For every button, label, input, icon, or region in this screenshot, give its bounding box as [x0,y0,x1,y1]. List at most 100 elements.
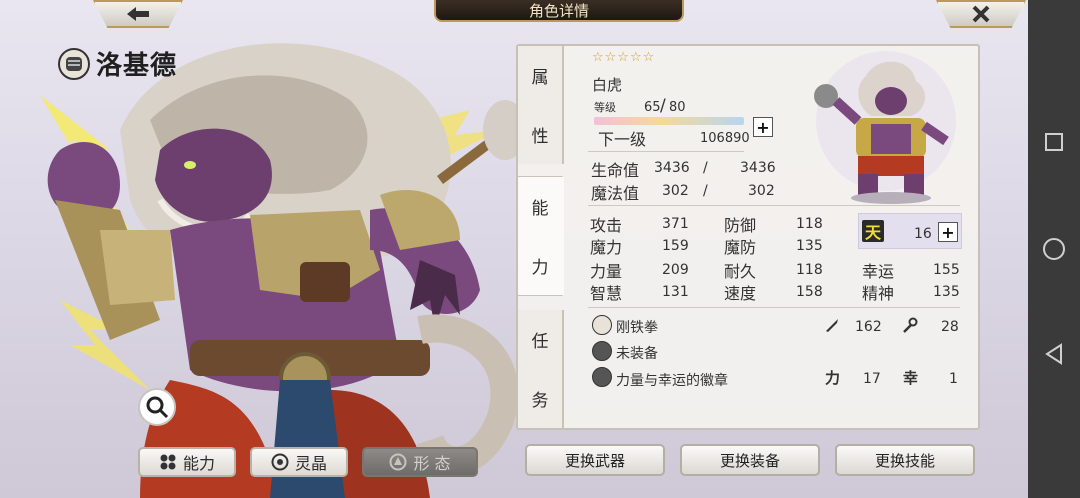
mp-max: 302 [748,183,775,199]
tab-abilities-char2: 力 [531,258,549,278]
accessory-name[interactable]: 力量与幸运的徽章 [616,370,728,390]
mp-label: 魔法值 [591,184,640,203]
tab-form[interactable]: 形 态 [362,447,478,477]
divider [588,151,744,152]
def-label: 防御 [724,216,757,235]
tab-quests[interactable]: 任 务 [518,310,564,428]
tab-quests-char1: 任 [531,332,549,352]
spd-label: 速度 [724,284,757,303]
spi-label: 精神 [862,284,895,303]
plus-icon: + [756,117,770,137]
armor-name[interactable]: 未装备 [616,343,658,363]
wand-icon [903,317,918,333]
hp-separator: / [703,160,708,176]
mag-value: 159 [662,238,689,254]
back-arrow-icon [127,7,149,21]
luck-value: 155 [933,262,960,278]
change-equipment-button[interactable]: 更换装备 [680,444,820,476]
crystal-icon [271,453,289,471]
divider [588,307,960,308]
top-bar: 角色详情 [0,0,1028,28]
level-max: 80 [669,100,686,115]
recents-button[interactable] [1028,122,1080,162]
tab-quests-char2: 务 [531,391,549,411]
badge-icon [592,367,612,387]
character-name: 洛基德 [96,51,178,81]
back-nav-button[interactable] [1028,334,1080,374]
exp-progress-bar [594,117,744,125]
sword-icon [826,319,838,332]
heaven-icon: 天 [862,220,884,242]
heaven-value: 16 [914,226,932,242]
home-button[interactable] [1028,229,1080,269]
divider [588,205,960,206]
mdef-value: 135 [796,238,823,254]
weapon-name[interactable]: 刚铁拳 [616,317,658,337]
next-level-exp: 106890 [700,131,750,146]
spd-value: 158 [796,284,823,300]
change-weapon-button[interactable]: 更换武器 [525,444,665,476]
hp-current: 3436 [654,160,690,176]
tab-ability-label: 能力 [182,454,215,473]
level-value: 65 [644,100,661,115]
mdef-label: 魔防 [724,238,757,257]
vit-label: 耐久 [724,262,757,281]
tab-crystal-label: 灵晶 [294,454,327,473]
accessory-stat1-label: 力 [825,369,841,387]
character-name-plate: 洛基德 [58,45,177,82]
luck-label: 幸运 [862,262,895,281]
tab-ability[interactable]: 能力 [138,447,236,477]
rarity-stars: ☆☆☆☆☆ [592,50,656,65]
heaven-plus-button[interactable]: + [938,222,958,242]
magnifier-icon [146,396,169,419]
int-value: 131 [662,284,689,300]
tab-abilities[interactable]: 能 力 [518,176,564,296]
int-label: 智慧 [590,284,623,303]
tab-form-label: 形 态 [413,454,451,473]
tab-abilities-char1: 能 [531,199,549,219]
atk-value: 371 [662,216,689,232]
mp-separator: / [703,183,708,199]
level-up-plus-button[interactable]: + [753,117,773,137]
close-button[interactable] [936,0,1026,28]
accessory-stat1-value: 17 [863,371,881,387]
str-value: 209 [662,262,689,278]
zoom-button[interactable] [138,388,176,426]
page-title: 角色详情 [434,0,684,22]
race-label: 白虎 [592,76,623,94]
level-separator: / [660,96,666,116]
tab-crystal[interactable]: 灵晶 [250,447,348,477]
bottom-tab-bar: 能力 灵晶 形 态 [138,447,478,477]
tab-attributes-char1: 属 [531,68,549,88]
next-level-label: 下一级 [598,130,647,149]
triangle-back-icon [1045,343,1062,365]
vit-value: 118 [796,262,823,278]
system-navigation-bar [1028,0,1080,498]
change-skill-button[interactable]: 更换技能 [835,444,975,476]
mp-current: 302 [662,183,689,199]
level-label: 等级 [594,101,616,114]
armor-slot-icon [592,341,612,361]
hp-max: 3436 [740,160,776,176]
mag-label: 魔力 [590,238,623,257]
str-label: 力量 [590,262,623,281]
accessory-stat2-value: 1 [949,371,958,387]
tab-attributes[interactable]: 属 性 [518,46,564,164]
weapon-attack: 162 [855,319,882,335]
grid-icon [160,454,176,470]
character-chibi-portrait [814,51,956,204]
def-value: 118 [796,216,823,232]
spi-value: 135 [933,284,960,300]
circle-icon [1043,238,1065,260]
accessory-stat2-label: 幸 [903,369,919,387]
hp-label: 生命值 [591,161,640,180]
tab-attributes-char2: 性 [531,127,549,147]
close-icon [972,5,990,23]
back-button[interactable] [93,0,183,28]
game-scene: 角色详情 洛基德 能力 灵晶 形 态 属 性 能 力 任 务 ☆☆☆☆☆ 白虎 … [0,0,1028,498]
atk-label: 攻击 [590,216,623,235]
fist-class-icon [58,47,90,80]
form-icon [389,453,407,471]
fist-weapon-icon [592,315,612,335]
square-icon [1045,133,1063,151]
